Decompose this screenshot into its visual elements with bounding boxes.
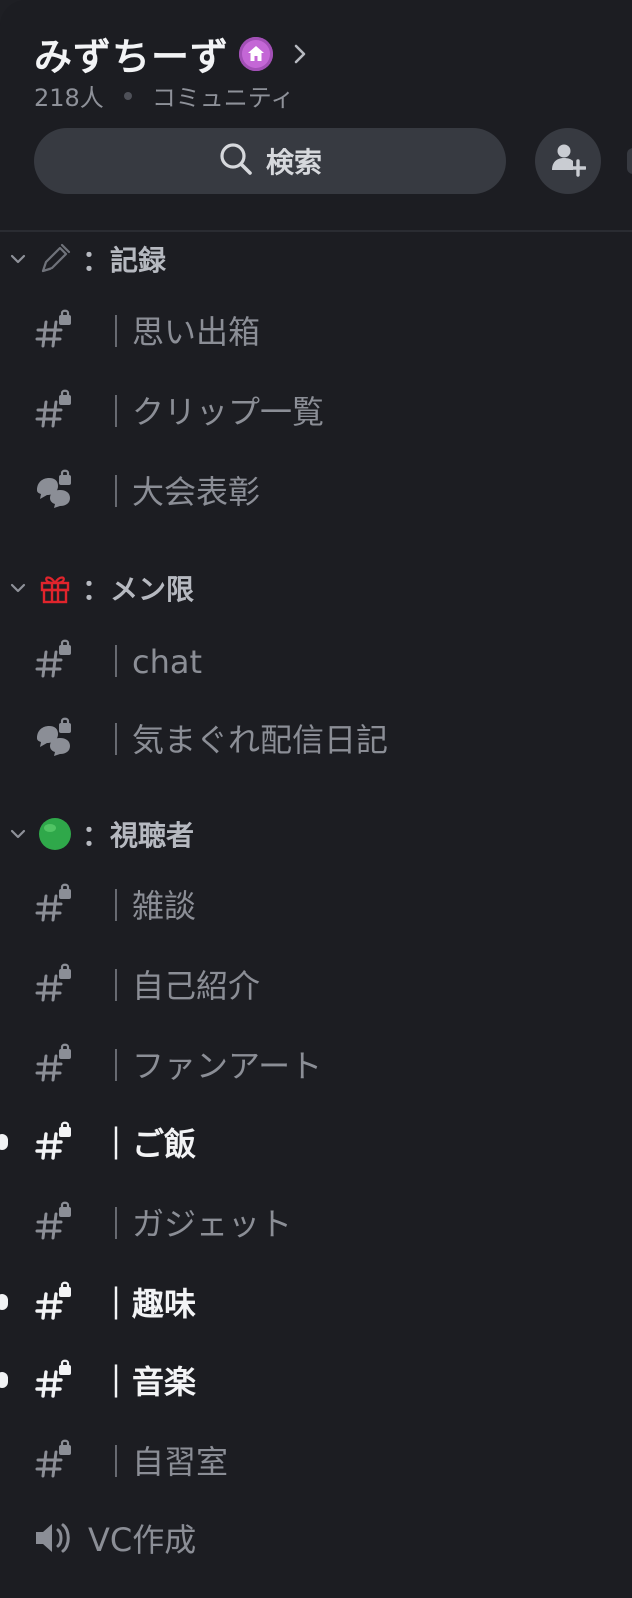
chevron-down-icon [0,237,36,281]
green-circle-icon [36,815,74,853]
locked-forum-channel-icon [34,468,74,512]
channel-chitchat[interactable]: ｜雑談 [0,874,632,934]
channel-vc-create[interactable]: VC作成 [0,1508,632,1568]
locked-text-channel-icon [34,638,74,682]
chevron-down-icon [0,812,36,856]
channel-memories-box[interactable]: ｜思い出箱 [0,300,632,360]
category-members-only[interactable]: ：メン限 [0,566,194,610]
server-boost-icon [239,36,274,71]
channel-name: ｜思い出箱 [100,313,261,351]
header-divider [0,230,632,232]
meta-separator-dot [123,91,132,100]
channel-name: ｜chat [100,643,203,681]
channel-tournament-awards[interactable]: ｜大会表彰 [0,460,632,520]
unread-indicator [0,1294,8,1310]
channel-gadgets[interactable]: ｜ガジェット [0,1192,632,1252]
channel-whimsical-stream-diary[interactable]: ｜気まぐれ配信日記 [0,708,632,768]
channel-music[interactable]: ｜音楽 [0,1350,632,1410]
channel-name: ｜音楽 [100,1363,197,1401]
gift-icon [36,569,74,607]
locked-text-channel-icon [34,1438,74,1482]
channel-name: ｜ガジェット [100,1205,293,1243]
channel-hobbies[interactable]: ｜趣味 [0,1272,632,1332]
channel-name: ｜ご飯 [100,1125,197,1163]
search-label: 検索 [265,146,322,179]
server-meta: 218人 コミュニティ [34,78,294,113]
locked-text-channel-icon [34,1120,74,1164]
channel-chat[interactable]: ｜chat [0,630,632,690]
locked-text-channel-icon [34,962,74,1006]
unread-indicator [0,1134,8,1150]
locked-text-channel-icon [34,1042,74,1086]
next-button-edge[interactable] [627,148,632,174]
invite-members-button[interactable] [535,128,601,194]
channel-meals[interactable]: ｜ご飯 [0,1112,632,1172]
category-name: ：メン限 [82,573,195,606]
channel-fan-art[interactable]: ｜ファンアート [0,1034,632,1094]
channel-name: ｜雑談 [100,887,197,925]
unread-indicator [0,1372,8,1388]
channel-name: ｜趣味 [100,1285,197,1323]
channel-name: VC作成 [88,1521,197,1559]
server-type: コミュニティ [151,84,295,112]
locked-text-channel-icon [34,308,74,352]
locked-text-channel-icon [34,1200,74,1244]
chevron-right-icon[interactable] [287,41,313,67]
member-count: 218人 [34,84,104,112]
locked-text-channel-icon [34,1358,74,1402]
locked-text-channel-icon [34,882,74,926]
channel-sidebar: みずちーず 218人 コミュニティ 検索 ：記録 ｜思い出箱 ｜クリップ一覧 ｜… [0,0,632,1598]
channel-name: ｜クリップ一覧 [100,393,325,431]
category-name: ：視聴者 [82,819,195,852]
server-header[interactable]: みずちーず [34,26,313,81]
category-viewers[interactable]: ：視聴者 [0,812,194,856]
channel-study-room[interactable]: ｜自習室 [0,1430,632,1490]
server-name[interactable]: みずちーず [34,26,229,81]
locked-forum-channel-icon [34,716,74,760]
pencil-icon [36,240,74,278]
channel-name: ｜大会表彰 [100,473,261,511]
add-user-icon [550,141,587,181]
search-icon [218,141,254,181]
channel-name: ｜自己紹介 [100,967,261,1005]
channel-name: ｜ファンアート [100,1047,323,1085]
locked-text-channel-icon [34,388,74,432]
locked-text-channel-icon [34,1280,74,1324]
speaker-icon [34,1516,74,1560]
channel-clip-list[interactable]: ｜クリップ一覧 [0,380,632,440]
category-records[interactable]: ：記録 [0,237,166,281]
channel-self-introduction[interactable]: ｜自己紹介 [0,954,632,1014]
category-name: ：記録 [82,244,167,277]
chevron-down-icon [0,566,36,610]
channel-name: ｜自習室 [100,1443,229,1481]
search-button[interactable]: 検索 [34,128,506,194]
channel-name: ｜気まぐれ配信日記 [100,721,389,759]
